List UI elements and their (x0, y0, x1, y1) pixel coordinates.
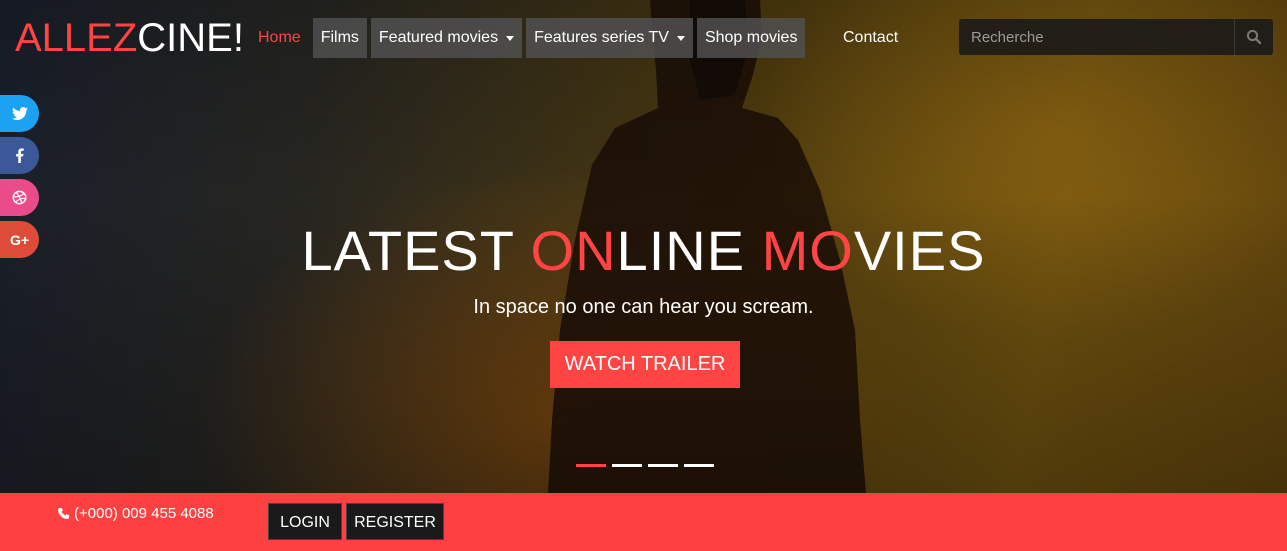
carousel-indicator-3[interactable] (648, 464, 678, 467)
search-button[interactable] (1234, 19, 1273, 55)
nav-contact-label: Contact (843, 29, 899, 46)
register-button[interactable]: REGISTER (346, 503, 444, 540)
phone-info: (+000) 009 455 4088 (57, 505, 214, 522)
search-box (959, 19, 1273, 55)
facebook-link[interactable] (0, 137, 39, 174)
hero-subtitle: In space no one can hear you scream. (473, 296, 814, 318)
carousel-indicator-1[interactable] (576, 464, 606, 467)
nav-home[interactable]: Home (250, 18, 309, 58)
watch-trailer-button[interactable]: WATCH TRAILER (550, 341, 740, 388)
dribbble-icon (12, 190, 27, 205)
carousel-indicator-2[interactable] (612, 464, 642, 467)
login-button[interactable]: LOGIN (268, 503, 342, 540)
phone-icon (57, 507, 70, 520)
page: ALLEZCINE! Home Films Featured movies Fe… (0, 0, 1287, 551)
caret-down-icon (676, 35, 685, 41)
hero-title-latest: LATEST (301, 219, 531, 282)
nav-featured-movies-label: Featured movies (378, 29, 499, 46)
hero-title-vies: VIES (853, 219, 986, 282)
hero-title: LATEST ONLINE MOVIES (0, 218, 1287, 284)
facebook-icon (16, 148, 24, 163)
nav-features-series-dropdown[interactable]: Features series TV (526, 18, 693, 58)
hero-title-mo: MO (761, 219, 854, 282)
phone-number: (+000) 009 455 4088 (74, 505, 214, 522)
carousel-indicator-4[interactable] (684, 464, 714, 467)
twitter-link[interactable] (0, 95, 39, 132)
site-logo[interactable]: ALLEZCINE! (15, 14, 244, 62)
carousel-indicators (576, 464, 714, 467)
caret-down-icon (506, 35, 515, 41)
hero-title-line: LINE (616, 219, 762, 282)
hero-title-on: ON (530, 219, 617, 282)
search-icon (1246, 29, 1262, 45)
nav-films-label: Films (320, 29, 359, 46)
nav-shop-movies[interactable]: Shop movies (696, 18, 806, 58)
nav-contact[interactable]: Contact (835, 18, 906, 58)
logo-part-allez: ALLEZ (15, 16, 138, 60)
nav-featured-movies-dropdown[interactable]: Featured movies (370, 18, 523, 58)
nav-features-series-label: Features series TV (534, 29, 669, 46)
nav-shop-movies-label: Shop movies (704, 29, 798, 46)
twitter-icon (11, 106, 28, 120)
nav-home-label: Home (258, 29, 301, 46)
nav-films[interactable]: Films (312, 18, 367, 58)
main-nav: Home Films Featured movies Features seri… (250, 18, 806, 58)
search-input[interactable] (959, 19, 1234, 55)
contact-bar: (+000) 009 455 4088 LOGIN REGISTER (0, 493, 1287, 551)
logo-part-cine: CINE! (137, 16, 244, 60)
dribbble-link[interactable] (0, 179, 39, 216)
